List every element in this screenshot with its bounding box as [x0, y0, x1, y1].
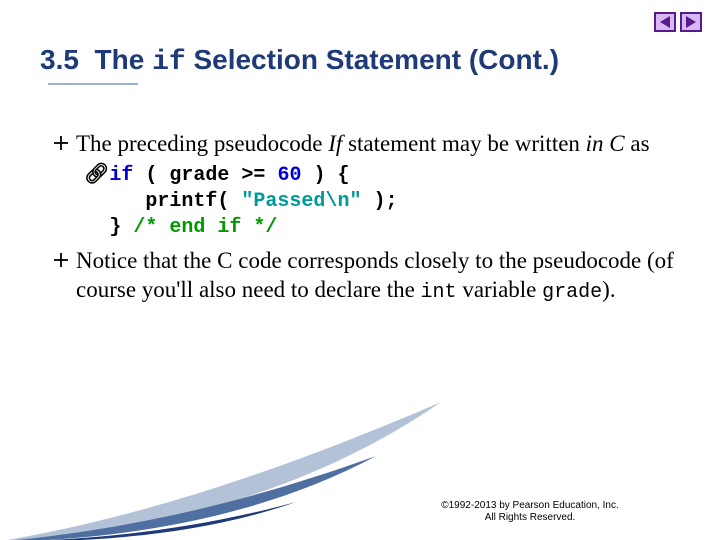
content: The preceding pseudocode If statement ma… — [54, 130, 686, 309]
c1-tail: ) { — [301, 164, 349, 187]
copyright: ©1992-2013 by Pearson Education, Inc. Al… — [380, 500, 680, 524]
title-underline — [48, 83, 138, 85]
code-lines: if ( grade >= 60 ) { printf( "Passed\n" … — [109, 163, 397, 241]
c1-num: 60 — [277, 164, 301, 187]
c2-post: ); — [361, 190, 397, 213]
code-line-3: } /* end if */ — [109, 215, 397, 241]
c1-rest: ( grade >= — [133, 164, 277, 187]
title-number: 3.5 — [40, 44, 79, 75]
code-line-1: if ( grade >= 60 ) { — [109, 163, 397, 189]
c3-cmt: /* end if */ — [133, 216, 277, 239]
bullet-icon — [54, 130, 76, 150]
slide: 3.5 The if Selection Statement (Cont.) T… — [0, 0, 720, 540]
title-keyword: if — [152, 47, 186, 78]
c1-kw: if — [109, 164, 133, 187]
c2-str: "Passed\n" — [241, 190, 361, 213]
copyright-line2: All Rights Reserved. — [380, 512, 680, 524]
slide-title: 3.5 The if Selection Statement (Cont.) — [40, 44, 690, 78]
nav-buttons — [654, 12, 702, 32]
bullet-icon — [54, 247, 76, 267]
prev-button[interactable] — [654, 12, 676, 32]
triangle-left-icon — [660, 16, 670, 28]
next-button[interactable] — [680, 12, 702, 32]
bullet-1: The preceding pseudocode If statement ma… — [54, 130, 686, 159]
b1-ital2: in C — [586, 131, 625, 156]
b2-m1: int — [421, 281, 457, 304]
bullet-1-text: The preceding pseudocode If statement ma… — [76, 130, 686, 159]
b2-p2: variable — [457, 277, 543, 302]
bullet-2: Notice that the C code corresponds close… — [54, 247, 686, 305]
c3-pre: } — [109, 216, 133, 239]
code-line-2: printf( "Passed\n" ); — [109, 189, 397, 215]
b2-p3: ). — [602, 277, 615, 302]
code-block: 🔗︎ if ( grade >= 60 ) { printf( "Passed\… — [84, 163, 686, 241]
copyright-line1: ©1992-2013 by Pearson Education, Inc. — [380, 500, 680, 512]
b1-pre: The preceding pseudocode — [76, 131, 328, 156]
c2-pre: printf( — [109, 190, 241, 213]
b2-m2: grade — [542, 281, 602, 304]
link-icon: 🔗︎ — [84, 163, 109, 189]
title-pre: The — [95, 44, 153, 75]
b1-post: as — [625, 131, 650, 156]
b1-mid: statement may be written — [342, 131, 585, 156]
bullet-2-text: Notice that the C code corresponds close… — [76, 247, 686, 305]
b1-ital1: If — [328, 131, 342, 156]
title-post: Selection Statement (Cont.) — [186, 44, 559, 75]
triangle-right-icon — [686, 16, 696, 28]
